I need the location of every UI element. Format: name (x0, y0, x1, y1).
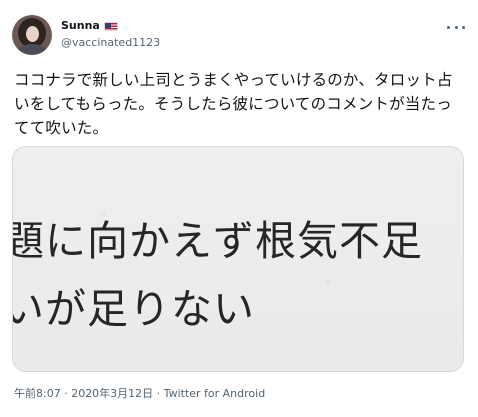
tweet-image[interactable]: 題に向かえず根気不足 いが足りない (12, 146, 464, 372)
tweet-card: Sunna @vaccinated1123 ココナラで新しい上司とうまくやってい… (0, 0, 478, 417)
avatar-shoulders (17, 44, 47, 55)
tweet-text: ココナラで新しい上司とうまくやっていけるのか、タロット占いをしてもらった。そうし… (14, 71, 453, 137)
avatar-face (26, 26, 39, 42)
dot-icon (462, 25, 465, 29)
us-flag-icon (103, 21, 118, 31)
more-horizontal-icon[interactable] (447, 20, 465, 34)
dot-icon (447, 25, 450, 29)
tweet-meta[interactable]: 午前8:07 · 2020年3月12日 · Twitter for Androi… (14, 387, 265, 401)
display-name[interactable]: Sunna (61, 19, 100, 33)
user-handle[interactable]: @vaccinated1123 (61, 36, 160, 50)
dot-icon (454, 25, 458, 29)
display-name-row[interactable]: Sunna (61, 19, 118, 33)
image-text-line-1: 題に向かえず根気不足 (12, 217, 423, 265)
image-text-line-2: いが足りない (12, 285, 255, 333)
avatar[interactable] (12, 15, 52, 55)
